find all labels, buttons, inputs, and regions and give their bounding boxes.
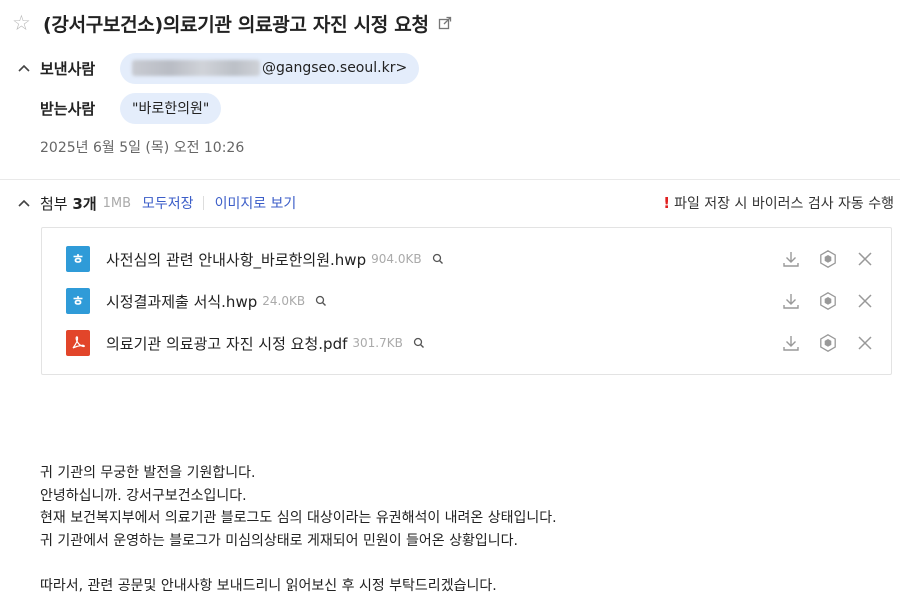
- attachment-item: ㅎ 사전심의 관련 안내사항_바로한의원.hwp 904.0KB: [66, 245, 876, 273]
- attachment-total-size: 1MB: [102, 195, 132, 211]
- body-blank-line: [40, 552, 557, 575]
- attachment-size: 904.0KB: [371, 252, 422, 266]
- close-icon[interactable]: [854, 248, 876, 270]
- email-subject: (강서구보건소)의료기관 의료광고 자진 시정 요청: [43, 13, 429, 36]
- pdf-file-icon: [66, 330, 90, 356]
- attachment-list: ㅎ 사전심의 관련 안내사항_바로한의원.hwp 904.0KB ㅎ 시정결과제…: [41, 227, 892, 375]
- attachment-label-text: 첨부: [40, 194, 68, 213]
- recipient-chip[interactable]: "바로한의원": [120, 92, 222, 124]
- attachment-size: 301.7KB: [352, 336, 403, 350]
- email-body: 귀 기관의 무궁한 발전을 기원합니다. 안녕하십니까. 강서구보건소입니다. …: [40, 462, 557, 596]
- attachment-actions: [765, 329, 876, 357]
- chevron-up-icon[interactable]: [16, 195, 32, 211]
- sender-chip[interactable]: @gangseo.seoul.kr>: [120, 52, 420, 84]
- save-all-link[interactable]: 모두저장: [142, 193, 194, 213]
- hwp-file-icon: ㅎ: [66, 288, 90, 314]
- sender-label: 보낸사람: [40, 59, 96, 78]
- body-line: 귀 기관의 무궁한 발전을 기원합니다.: [40, 465, 256, 481]
- recipient-label: 받는사람: [40, 99, 96, 118]
- exclamation-icon: !: [663, 194, 671, 212]
- virus-scan-text: 파일 저장 시 바이러스 검사 자동 수행: [674, 196, 894, 212]
- sender-email: @gangseo.seoul.kr>: [262, 60, 408, 76]
- email-date: 2025년 6월 5일 (목) 오전 10:26: [40, 140, 245, 156]
- body-line: 따라서, 관련 공문및 안내사항 보내드리니 읽어보신 후 시정 부탁드리겠습니…: [40, 577, 497, 594]
- cloud-save-icon[interactable]: [817, 248, 839, 270]
- attachment-size: 24.0KB: [262, 294, 306, 308]
- attachment-count: 3개: [72, 194, 97, 213]
- chevron-up-icon[interactable]: [16, 60, 32, 76]
- preview-search-icon[interactable]: [413, 337, 425, 349]
- divider: [0, 179, 900, 180]
- view-as-image-link[interactable]: 이미지로 보기: [215, 193, 297, 213]
- preview-search-icon[interactable]: [432, 253, 444, 265]
- body-line: 안녕하십니까. 강서구보건소입니다.: [40, 487, 247, 504]
- hwp-file-icon: ㅎ: [66, 246, 90, 272]
- attachment-item: 의료기관 의료광고 자진 시정 요청.pdf 301.7KB: [66, 329, 876, 357]
- recipient-row: 받는사람 "바로한의원": [40, 92, 222, 124]
- attachment-actions: [765, 245, 876, 273]
- star-icon[interactable]: ☆: [12, 12, 34, 34]
- attachment-name[interactable]: 시정결과제출 서식.hwp: [106, 291, 257, 312]
- download-icon[interactable]: [780, 248, 802, 270]
- redacted-sender-name: [132, 60, 260, 76]
- body-line: 귀 기관에서 운영하는 블로그가 미심의상태로 게재되어 민원이 들어온 상황입…: [40, 532, 518, 549]
- body-line: 현재 보건복지부에서 의료기관 블로그도 심의 대상이라는 유권해석이 내려온 …: [40, 510, 557, 526]
- attachment-name[interactable]: 의료기관 의료광고 자진 시정 요청.pdf: [106, 333, 347, 354]
- close-icon[interactable]: [854, 332, 876, 354]
- recipient-name: "바로한의원": [132, 101, 210, 117]
- preview-search-icon[interactable]: [315, 295, 327, 307]
- attachment-header: 첨부 3개 1MB 모두저장 이미지로 보기 ! 파일 저장 시 바이러스 검사…: [16, 190, 894, 216]
- attachment-item: ㅎ 시정결과제출 서식.hwp 24.0KB: [66, 287, 876, 315]
- separator: [202, 196, 204, 210]
- cloud-save-icon[interactable]: [817, 290, 839, 312]
- attachment-name[interactable]: 사전심의 관련 안내사항_바로한의원.hwp: [106, 249, 366, 270]
- download-icon[interactable]: [780, 332, 802, 354]
- close-icon[interactable]: [854, 290, 876, 312]
- virus-scan-notice: ! 파일 저장 시 바이러스 검사 자동 수행: [663, 193, 894, 213]
- download-icon[interactable]: [780, 290, 802, 312]
- cloud-save-icon[interactable]: [817, 332, 839, 354]
- attachment-label: 첨부 3개: [40, 193, 97, 214]
- attachment-actions: [765, 287, 876, 315]
- sender-row: 보낸사람 @gangseo.seoul.kr>: [16, 52, 420, 84]
- popout-icon[interactable]: [438, 16, 452, 30]
- subject-row: ☆ (강서구보건소)의료기관 의료광고 자진 시정 요청: [12, 8, 452, 38]
